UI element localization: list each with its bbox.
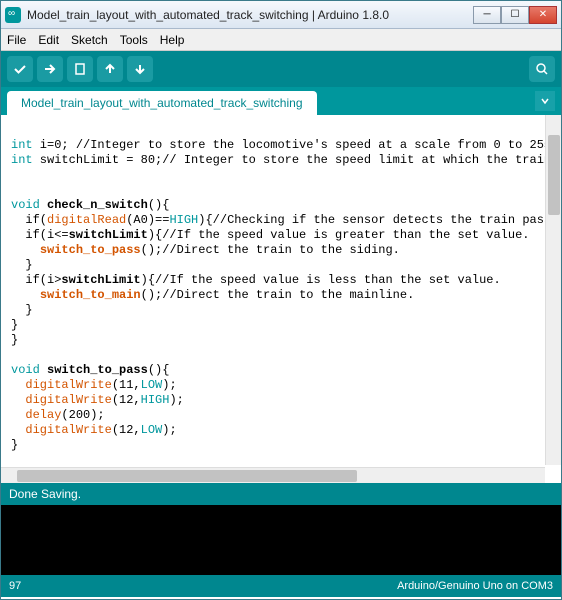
horizontal-scrollbar-thumb[interactable] [17,470,357,482]
vertical-scrollbar-thumb[interactable] [548,135,560,215]
code-editor[interactable]: int i=0; //Integer to store the locomoti… [1,115,561,465]
menu-file[interactable]: File [7,33,26,47]
arrow-down-icon [133,62,147,76]
tab-bar: Model_train_layout_with_automated_track_… [1,87,561,115]
sketch-tab[interactable]: Model_train_layout_with_automated_track_… [7,91,317,115]
menu-sketch[interactable]: Sketch [71,33,108,47]
menu-help[interactable]: Help [160,33,185,47]
arrow-up-icon [103,62,117,76]
tab-menu-button[interactable] [535,91,555,111]
verify-button[interactable] [7,56,33,82]
horizontal-scrollbar[interactable] [1,467,545,483]
window-titlebar: Model_train_layout_with_automated_track_… [1,1,561,29]
board-port-info: Arduino/Genuino Uno on COM3 [397,580,553,592]
editor-area: int i=0; //Integer to store the locomoti… [1,115,561,483]
arduino-app-icon [5,7,21,23]
code-keyword: int [11,138,33,152]
menu-edit[interactable]: Edit [38,33,59,47]
toolbar [1,51,561,87]
footer-bar: 97 Arduino/Genuino Uno on COM3 [1,575,561,597]
code-keyword: void [11,363,40,377]
minimize-button[interactable]: ─ [473,6,501,24]
serial-monitor-icon [535,62,549,76]
status-bar: Done Saving. [1,483,561,505]
code-keyword: int [11,153,33,167]
arrow-right-icon [43,62,57,76]
check-icon [13,62,27,76]
status-message: Done Saving. [9,487,81,501]
console-output[interactable] [1,505,561,575]
line-number: 97 [9,580,21,592]
menu-tools[interactable]: Tools [120,33,148,47]
menu-bar: File Edit Sketch Tools Help [1,29,561,51]
file-icon [73,62,87,76]
maximize-button[interactable]: ☐ [501,6,529,24]
code-keyword: void [11,198,40,212]
upload-button[interactable] [37,56,63,82]
save-button[interactable] [127,56,153,82]
serial-monitor-button[interactable] [529,56,555,82]
chevron-down-icon [540,96,550,106]
window-title: Model_train_layout_with_automated_track_… [27,8,473,22]
window-controls: ─ ☐ ✕ [473,6,557,24]
open-button[interactable] [97,56,123,82]
new-button[interactable] [67,56,93,82]
close-button[interactable]: ✕ [529,6,557,24]
vertical-scrollbar[interactable] [545,115,561,465]
